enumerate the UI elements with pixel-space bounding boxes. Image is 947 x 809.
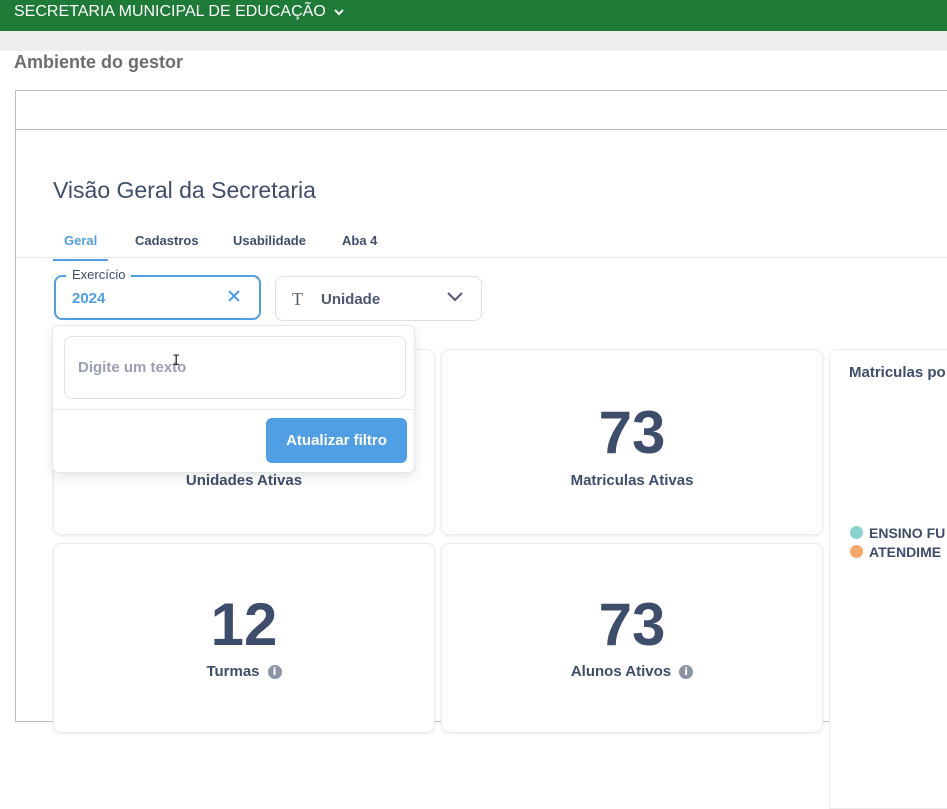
- org-name: SECRETARIA MUNICIPAL DE EDUCAÇÃO: [14, 3, 326, 20]
- legend-label: ATENDIME: [869, 544, 942, 560]
- legend-dot: [850, 545, 863, 558]
- card-value: 73: [598, 399, 666, 466]
- header-shadow: [0, 31, 947, 51]
- legend-item[interactable]: ATENDIME: [850, 544, 941, 560]
- tab-usabilidade[interactable]: Usabilidade: [222, 233, 317, 259]
- card-matriculas-ativas: 73 Matriculas Ativas: [441, 349, 823, 535]
- card-label-row: Alunos Ativos i: [442, 663, 822, 680]
- tabs-divider: [16, 257, 947, 258]
- update-filter-button[interactable]: Atualizar filtro: [266, 418, 407, 463]
- exercicio-filter[interactable]: Exercício 2024: [54, 267, 261, 320]
- legend-item[interactable]: ENSINO FU: [850, 525, 945, 541]
- chevron-down-icon: [334, 9, 344, 16]
- card-label: Turmas: [206, 663, 260, 680]
- exercicio-filter-label: Exercício: [66, 267, 132, 282]
- text-cursor-icon: I: [172, 353, 181, 369]
- card-label: Matriculas Ativas: [570, 472, 694, 489]
- card-label: Unidades Ativas: [185, 472, 303, 489]
- page-title: Ambiente do gestor: [14, 52, 184, 72]
- frame-divider: [16, 129, 947, 130]
- legend-dot: [850, 526, 863, 539]
- card-value: 73: [598, 591, 666, 658]
- card-turmas: 12 Turmas i: [53, 543, 435, 733]
- card-label-row: Turmas i: [54, 663, 434, 680]
- info-icon[interactable]: i: [267, 665, 282, 680]
- unidade-filter-label: Unidade: [321, 291, 381, 308]
- unidade-filter[interactable]: T Unidade: [275, 276, 482, 321]
- card-alunos-ativos: 73 Alunos Ativos i: [441, 543, 823, 733]
- card-value: 12: [210, 591, 278, 658]
- org-selector[interactable]: SECRETARIA MUNICIPAL DE EDUCAÇÃO: [14, 3, 344, 20]
- legend-label: ENSINO FU: [869, 525, 946, 541]
- filter-popover: Atualizar filtro: [52, 325, 415, 473]
- tab-aba-4[interactable]: Aba 4: [331, 233, 388, 259]
- dashboard-title: Visão Geral da Secretaria: [53, 177, 316, 203]
- tab-cadastros[interactable]: Cadastros: [124, 233, 210, 259]
- info-icon[interactable]: i: [679, 665, 694, 680]
- top-header-bar: SECRETARIA MUNICIPAL DE EDUCAÇÃO: [0, 0, 947, 31]
- text-type-icon: T: [292, 289, 303, 309]
- card-label: Alunos Ativos: [570, 663, 672, 680]
- chart-title: Matriculas po: [849, 364, 946, 381]
- clear-icon[interactable]: [227, 289, 241, 303]
- matriculas-chart-card: Matriculas po ENSINO FU ATENDIME: [829, 349, 947, 809]
- popover-divider: [53, 409, 414, 410]
- filter-text-input[interactable]: [64, 336, 406, 399]
- exercicio-filter-value: 2024: [72, 290, 106, 307]
- chevron-down-icon: [447, 292, 463, 302]
